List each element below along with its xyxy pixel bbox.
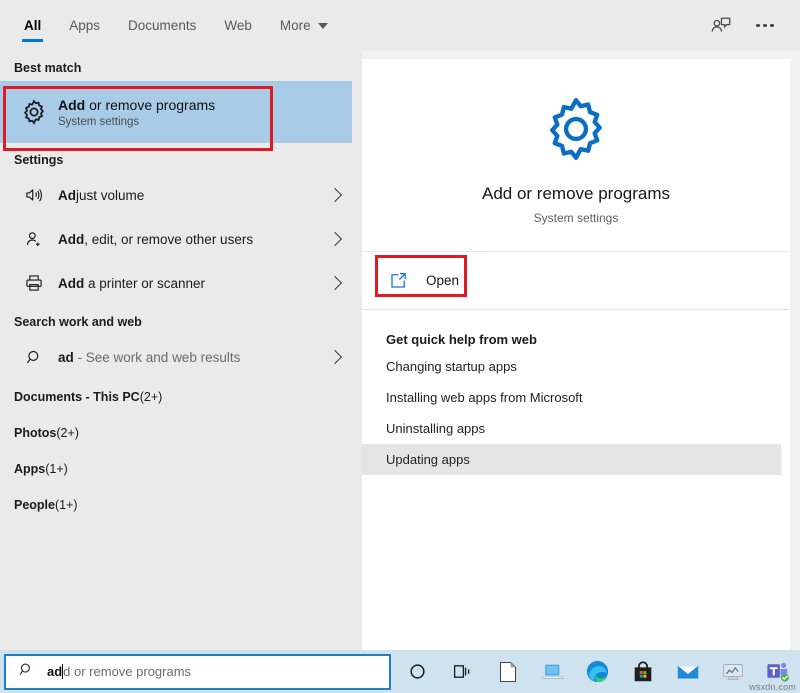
tab-more[interactable]: More	[266, 0, 342, 51]
result-adjust-volume-label: Adjust volume	[58, 188, 330, 203]
ellipsis-icon[interactable]	[746, 7, 784, 45]
results-list-column: Best match Add or remove programs System…	[0, 51, 362, 650]
search-filter-tabbar: All Apps Documents Web More	[0, 0, 800, 51]
microsoft-edge-icon[interactable]	[575, 650, 620, 693]
result-add-users-label: Add, edit, or remove other users	[58, 232, 330, 247]
help-link-installing-web-apps[interactable]: Installing web apps from Microsoft	[362, 382, 790, 413]
tab-apps-label: Apps	[69, 18, 100, 33]
result-best-match-add-or-remove-programs[interactable]: Add or remove programs System settings	[0, 81, 352, 143]
category-photos-label: Photos	[14, 426, 56, 440]
category-photos[interactable]: Photos (2+)	[0, 415, 362, 451]
gear-icon	[540, 93, 612, 170]
task-view-icon[interactable]	[440, 650, 485, 693]
chevron-down-icon	[318, 23, 328, 29]
result-see-work-and-web-results[interactable]: ad - See work and web results	[0, 335, 362, 379]
mail-icon[interactable]	[665, 650, 710, 693]
tab-documents[interactable]: Documents	[114, 0, 210, 51]
search-results-panel: All Apps Documents Web More	[0, 0, 800, 650]
settings-group-header: Settings	[0, 143, 362, 173]
printer-icon	[14, 273, 54, 293]
help-link-uninstalling-apps[interactable]: Uninstalling apps	[362, 413, 790, 444]
open-action-row[interactable]: Open	[362, 252, 790, 310]
preview-subtitle: System settings	[534, 211, 619, 225]
category-people-label: People	[14, 498, 55, 512]
search-work-and-web-header: Search work and web	[0, 305, 362, 335]
category-apps[interactable]: Apps (1+)	[0, 451, 362, 487]
tab-web-label: Web	[224, 18, 252, 33]
search-icon	[18, 661, 35, 683]
tab-apps[interactable]: Apps	[55, 0, 114, 51]
help-link-updating-apps[interactable]: Updating apps	[362, 444, 781, 475]
result-add-printer-label: Add a printer or scanner	[58, 276, 330, 291]
chevron-right-icon[interactable]	[328, 188, 342, 202]
search-input-text: add or remove programs	[47, 664, 191, 679]
best-match-subtitle: System settings	[58, 116, 215, 128]
open-external-icon	[384, 271, 412, 291]
feedback-person-icon[interactable]	[702, 7, 740, 45]
preview-hero: Add or remove programs System settings	[362, 59, 790, 252]
tab-web[interactable]: Web	[210, 0, 266, 51]
preview-card: Add or remove programs System settings O…	[362, 59, 790, 650]
tabbar-actions	[702, 0, 800, 51]
taskbar-search-input[interactable]: add or remove programs	[4, 654, 391, 690]
open-action-label: Open	[426, 273, 459, 288]
document-file-icon[interactable]	[485, 650, 530, 693]
result-web-search-label: ad - See work and web results	[58, 350, 330, 365]
best-match-title: Add or remove programs	[58, 97, 215, 113]
cortana-icon[interactable]	[395, 650, 440, 693]
category-apps-label: Apps	[14, 462, 45, 476]
preview-column: Add or remove programs System settings O…	[362, 51, 800, 650]
category-documents-label: Documents - This PC	[14, 390, 140, 404]
chevron-right-icon[interactable]	[328, 276, 342, 290]
taskbar: add or remove programs	[0, 650, 800, 693]
microsoft-store-icon[interactable]	[620, 650, 665, 693]
tab-all-label: All	[24, 18, 41, 33]
tab-all[interactable]: All	[10, 0, 55, 51]
search-icon	[14, 348, 54, 367]
help-link-changing-startup-apps[interactable]: Changing startup apps	[362, 351, 790, 382]
preview-title: Add or remove programs	[482, 184, 670, 204]
search-body: Best match Add or remove programs System…	[0, 51, 800, 650]
laptop-icon[interactable]	[530, 650, 575, 693]
chevron-right-icon[interactable]	[328, 350, 342, 364]
result-adjust-volume[interactable]: Adjust volume	[0, 173, 362, 217]
volume-icon	[14, 185, 54, 205]
result-add-printer-or-scanner[interactable]: Add a printer or scanner	[0, 261, 362, 305]
watermark: wsxdn.com	[749, 682, 796, 692]
tab-more-label: More	[280, 18, 311, 33]
gear-icon	[14, 98, 54, 126]
best-match-text: Add or remove programs System settings	[58, 97, 215, 128]
windows-search-screen: All Apps Documents Web More	[0, 0, 800, 693]
chevron-right-icon[interactable]	[328, 232, 342, 246]
tab-documents-label: Documents	[128, 18, 196, 33]
taskbar-icons	[395, 650, 800, 693]
best-match-header: Best match	[0, 51, 362, 81]
result-add-edit-remove-other-users[interactable]: Add, edit, or remove other users	[0, 217, 362, 261]
user-add-icon	[14, 229, 54, 249]
category-documents-this-pc[interactable]: Documents - This PC (2+)	[0, 379, 362, 415]
category-people[interactable]: People (1+)	[0, 487, 362, 523]
quick-help-header: Get quick help from web	[362, 310, 790, 351]
